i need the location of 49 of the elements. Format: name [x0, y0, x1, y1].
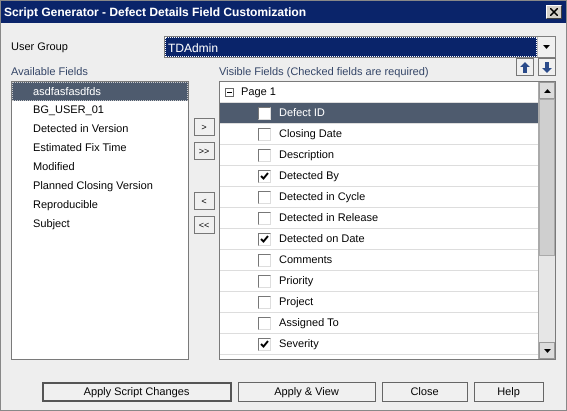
- checkbox[interactable]: [258, 148, 271, 162]
- checkbox[interactable]: [258, 170, 271, 182]
- user-group-label: User Group: [11, 41, 68, 53]
- available-fields-label: Available Fields: [11, 66, 88, 78]
- dialog-button[interactable]: Help: [474, 382, 544, 402]
- collapse-toggle[interactable]: [225, 88, 234, 96]
- list-item[interactable]: Planned Closing Version: [12, 177, 188, 196]
- move-button[interactable]: <: [194, 192, 214, 210]
- checkbox[interactable]: [258, 232, 271, 246]
- checkbox[interactable]: [258, 338, 271, 350]
- scroll-up-button[interactable]: [539, 82, 555, 99]
- move-down-button[interactable]: [538, 58, 556, 76]
- scroll-thumb[interactable]: [539, 99, 555, 256]
- close-button[interactable]: [546, 5, 562, 19]
- checkbox[interactable]: [258, 316, 271, 330]
- list-item[interactable]: asdfasfasdfds: [12, 82, 188, 101]
- checkbox[interactable]: [258, 190, 271, 204]
- checkbox[interactable]: [258, 254, 271, 266]
- list-item[interactable]: Detected in Version: [12, 120, 188, 139]
- list-item[interactable]: BG_USER_01: [12, 101, 188, 120]
- list-item[interactable]: Reproducible: [12, 196, 188, 215]
- list-item[interactable]: Estimated Fix Time: [12, 139, 188, 158]
- up-triangle-icon: [544, 88, 550, 92]
- scrollbar[interactable]: [538, 82, 555, 359]
- dialog-button[interactable]: Apply Script Changes: [42, 382, 232, 402]
- move-up-button[interactable]: [516, 58, 534, 76]
- checkbox[interactable]: [258, 212, 271, 224]
- list-item[interactable]: Subject: [12, 215, 188, 234]
- dropdown-arrow-button[interactable]: [537, 37, 555, 57]
- checkbox[interactable]: [258, 128, 271, 140]
- down-triangle-icon: [543, 45, 550, 49]
- move-button[interactable]: <<: [194, 216, 214, 234]
- page-node-label[interactable]: Page 1: [241, 86, 276, 98]
- close-icon: [550, 8, 558, 16]
- move-button[interactable]: >: [194, 118, 214, 136]
- field-row[interactable]: Defect ID: [220, 103, 538, 124]
- down-arrow-icon: [542, 62, 552, 72]
- window-title: Script Generator - Defect Details Field Customization: [4, 5, 306, 19]
- dialog-button[interactable]: Close: [382, 382, 468, 402]
- scroll-down-button[interactable]: [539, 342, 555, 359]
- down-triangle-icon: [544, 348, 550, 352]
- up-arrow-icon: [520, 62, 530, 72]
- move-button[interactable]: >>: [194, 142, 214, 160]
- checkbox[interactable]: [258, 106, 271, 120]
- visible-fields-label: Visible Fields (Checked fields are required): [219, 66, 429, 78]
- checkbox[interactable]: [258, 274, 271, 288]
- dialog-button[interactable]: Apply & View: [238, 382, 376, 402]
- checkbox[interactable]: [258, 296, 271, 308]
- list-item[interactable]: Modified: [12, 158, 188, 177]
